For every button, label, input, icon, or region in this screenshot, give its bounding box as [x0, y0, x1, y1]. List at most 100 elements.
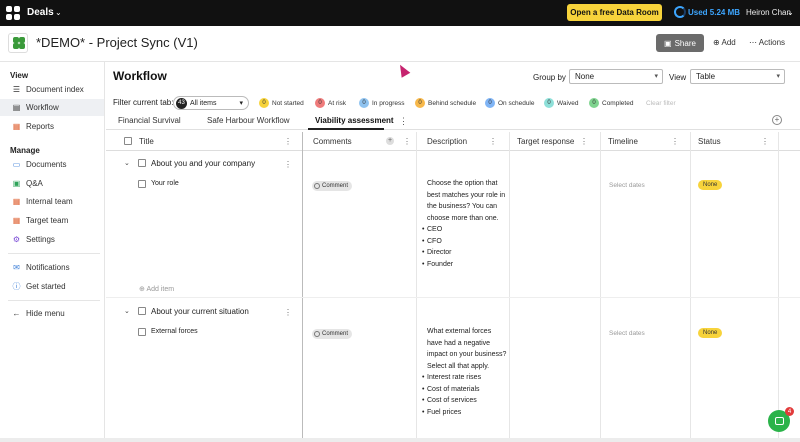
hide-menu-label: Hide menu [26, 309, 65, 318]
tab-financial-survival[interactable]: Financial Survival [118, 116, 181, 125]
sidebar-item-settings[interactable]: ⚙ Settings [0, 231, 104, 248]
app-switcher-label[interactable]: Deals [27, 7, 54, 18]
column-options-icon[interactable]: ⋮ [403, 137, 411, 146]
tab-options-icon[interactable]: ⋮ [399, 116, 408, 127]
table-header: Title ⋮ Comments + ⋮ Description ⋮ Targe… [106, 132, 800, 151]
description-item: Interest rate rises [422, 372, 507, 384]
chevron-down-icon[interactable]: ⌄ [787, 8, 794, 17]
active-tab-indicator [308, 128, 384, 130]
sidebar-item-documents[interactable]: ▭ Documents [0, 156, 104, 173]
group-checkbox[interactable] [138, 159, 146, 167]
collapse-group-icon[interactable]: ⌄ [124, 159, 130, 167]
user-menu[interactable]: Heiron Chan [746, 8, 791, 17]
sidebar-item-internal-team[interactable]: ▦ Internal team [0, 193, 104, 210]
row-title[interactable]: External forces [151, 328, 198, 335]
sidebar-item-target-team[interactable]: ▦ Target team [0, 212, 104, 229]
workflow-title: Workflow [113, 69, 167, 83]
sidebar-item-qa[interactable]: ▣ Q&A [0, 175, 104, 192]
row-checkbox[interactable] [138, 328, 146, 336]
sidebar-item-get-started[interactable]: ⓘ Get started [0, 278, 104, 295]
status-filter-waived[interactable]: 0 Waived [544, 98, 578, 108]
description-item: CFO [422, 236, 507, 248]
group-title[interactable]: About you and your company [151, 159, 255, 168]
group-by-value: None [575, 72, 595, 81]
comment-button[interactable]: Comment [312, 181, 353, 191]
sidebar-divider [8, 300, 100, 301]
all-items-filter[interactable]: 43 All items ▾ [173, 96, 249, 110]
column-options-icon[interactable]: ⋮ [489, 137, 497, 146]
column-header-timeline[interactable]: Timeline [608, 137, 638, 146]
storage-usage-icon [674, 6, 686, 18]
sidebar-item-reports[interactable]: ▦ Reports [0, 118, 104, 135]
add-item-label: Add item [146, 286, 175, 293]
column-header-comments[interactable]: Comments [313, 137, 352, 146]
row-description[interactable]: Choose the option that best matches your… [422, 178, 507, 271]
add-tab-icon[interactable]: + [772, 115, 782, 125]
status-filter-in-progress[interactable]: 0 In progress [359, 98, 405, 108]
column-header-title[interactable]: Title [139, 137, 154, 146]
select-all-checkbox[interactable] [124, 137, 132, 145]
column-divider [302, 132, 303, 442]
comment-label: Comment [322, 331, 349, 337]
sidebar-divider [8, 253, 100, 254]
tab-viability-assessment[interactable]: Viability assessment [315, 116, 394, 125]
clear-filter-button[interactable]: Clear filter [646, 100, 676, 107]
add-button[interactable]: ⊕ Add [713, 38, 736, 47]
column-divider [600, 132, 601, 442]
chevron-down-icon[interactable]: ⌄ [55, 8, 62, 17]
group-by-select[interactable]: None ▾ [569, 69, 663, 84]
column-header-target-response[interactable]: Target response [517, 137, 574, 146]
sidebar-view-heading: View [10, 71, 29, 80]
row-description[interactable]: What external forces have had a negative… [422, 326, 507, 418]
chat-launcher-button[interactable]: 4 [768, 407, 794, 432]
hide-menu-button[interactable]: ← Hide menu [0, 305, 104, 322]
description-item: Cost of materials [422, 384, 507, 396]
column-divider [690, 132, 691, 442]
comment-button[interactable]: Comment [312, 329, 353, 339]
description-item: CEO [422, 224, 507, 236]
sidebar-item-notifications[interactable]: ✉ Notifications [0, 259, 104, 276]
app-logo-icon[interactable] [6, 6, 20, 20]
sidebar-item-label: Documents [26, 160, 67, 169]
view-select[interactable]: Table ▾ [690, 69, 785, 84]
group-title[interactable]: About your current situation [151, 307, 249, 316]
column-options-icon[interactable]: ⋮ [284, 137, 292, 146]
tab-safe-harbour-workflow[interactable]: Safe Harbour Workflow [207, 116, 290, 125]
add-item-button[interactable]: ⊕ Add item [139, 285, 174, 293]
row-checkbox[interactable] [138, 180, 146, 188]
status-filter-completed[interactable]: 0 Completed [589, 98, 633, 108]
group-checkbox[interactable] [138, 307, 146, 315]
status-filter-at-risk[interactable]: 0 At risk [315, 98, 346, 108]
status-filter-on-schedule[interactable]: 0 On schedule [485, 98, 535, 108]
sidebar-item-document-index[interactable]: ☰ Document index [0, 81, 104, 98]
share-button[interactable]: ▣ Share [656, 34, 704, 52]
sidebar-item-workflow[interactable]: ▤ Workflow [0, 99, 104, 116]
group-options-icon[interactable]: ⋮ [284, 160, 292, 169]
status-count: 0 [544, 98, 554, 108]
group-options-icon[interactable]: ⋮ [284, 308, 292, 317]
open-data-room-button[interactable]: Open a free Data Room [567, 4, 662, 21]
timeline-select-dates[interactable]: Select dates [609, 182, 645, 189]
status-label: Not started [272, 99, 304, 107]
actions-button[interactable]: ⋯ Actions [749, 38, 785, 47]
column-header-description[interactable]: Description [427, 137, 467, 146]
add-comment-icon[interactable]: + [386, 137, 394, 145]
column-options-icon[interactable]: ⋮ [580, 137, 588, 146]
status-filter-not-started[interactable]: 0 Not started [259, 98, 304, 108]
status-count: 0 [589, 98, 599, 108]
column-options-icon[interactable]: ⋮ [671, 137, 679, 146]
column-header-status[interactable]: Status [698, 137, 721, 146]
status-count: 0 [485, 98, 495, 108]
row-title[interactable]: Your role [151, 180, 179, 187]
workflow-tabs: Financial Survival Safe Harbour Workflow… [106, 112, 800, 130]
column-options-icon[interactable]: ⋮ [761, 137, 769, 146]
target-team-icon: ▦ [12, 216, 21, 225]
status-badge[interactable]: None [698, 180, 723, 190]
description-item: Founder [422, 259, 507, 271]
status-badge[interactable]: None [698, 328, 723, 338]
status-filter-behind-schedule[interactable]: 0 Behind schedule [415, 98, 476, 108]
sidebar-item-label: Get started [26, 282, 66, 291]
timeline-select-dates[interactable]: Select dates [609, 330, 645, 337]
collapse-group-icon[interactable]: ⌄ [124, 307, 130, 315]
storage-usage-label: Used 5.24 MB [688, 8, 741, 17]
